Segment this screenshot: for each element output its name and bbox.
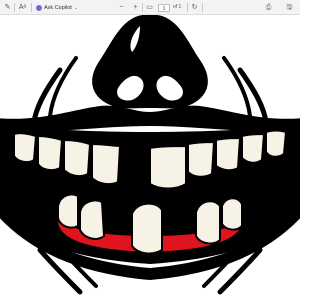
upper-tooth [265,129,288,158]
toolbar-divider [202,3,203,12]
toolbar-divider [142,3,143,12]
chevron-down-icon: ⌄ [73,4,79,11]
copilot-icon [36,4,42,11]
pdf-toolbar: ✎ Aᵃ Ask Copilot ⌄ − + ▭ 1 of 1 ↻ ⎙ 🖫 [0,0,300,15]
rotate-icon[interactable]: ↻ [190,3,199,12]
upper-tooth [63,138,92,178]
lower-tooth [57,193,79,229]
ask-copilot-button[interactable]: Ask Copilot ⌄ [36,3,78,12]
cheek-line-left-2 [48,56,78,118]
lower-tooth [131,202,163,255]
upper-tooth [187,140,216,178]
skull-mouth-illustration [0,15,300,295]
toolbar-divider [31,3,32,12]
toolbar-divider [14,3,15,12]
page-total-label: of 1 [173,4,182,10]
page-number-input[interactable]: 1 [158,3,170,12]
toolbar-divider [187,3,188,12]
minus-icon[interactable]: − [117,3,126,12]
lower-tooth [79,199,106,240]
upper-tooth [215,136,242,172]
print-icon[interactable]: ⎙ [264,3,273,12]
lower-tooth [195,200,221,245]
ask-copilot-label: Ask Copilot [44,4,72,11]
nose-shape [92,15,208,109]
save-icon[interactable]: 🖫 [285,3,294,12]
fit-page-icon[interactable]: ▭ [145,3,154,12]
upper-tooth [91,142,122,186]
upper-tooth [13,132,38,164]
lower-tooth [221,197,243,231]
read-aloud-icon[interactable]: Aᵃ [18,3,27,12]
upper-tooth [241,132,266,164]
upper-lip [0,105,300,133]
draw-pen-icon[interactable]: ✎ [3,3,12,12]
plus-icon[interactable]: + [131,3,140,12]
upper-tooth [37,134,64,172]
document-canvas [0,15,300,300]
cheek-line-right-2 [222,56,252,118]
upper-tooth [149,144,187,190]
